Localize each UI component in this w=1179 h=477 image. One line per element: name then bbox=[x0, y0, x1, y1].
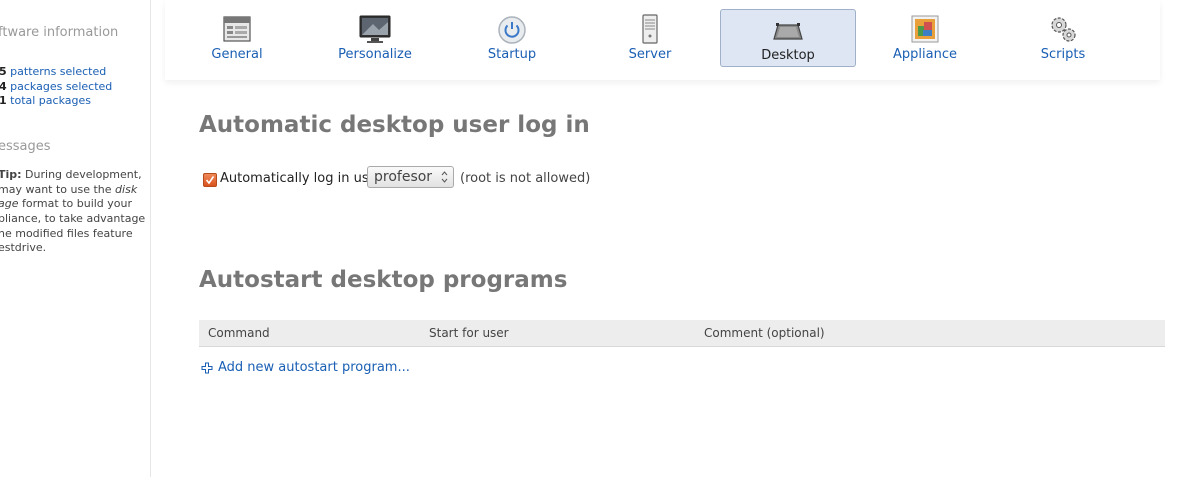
tab-label: Appliance bbox=[893, 47, 957, 62]
tab-label: Scripts bbox=[1040, 47, 1086, 62]
power-icon bbox=[498, 16, 526, 44]
tip-line: pliance, to take advantage bbox=[0, 212, 146, 225]
tab-label: Startup bbox=[487, 47, 537, 62]
tab-appliance[interactable]: Appliance bbox=[857, 9, 993, 67]
server-icon bbox=[642, 14, 658, 44]
tip-line: Tip: During development, bbox=[0, 168, 142, 182]
tip-text: may want to use the bbox=[0, 183, 116, 196]
column-comment: Comment (optional) bbox=[704, 326, 825, 340]
tip-emphasis: disk bbox=[115, 183, 138, 196]
autostart-heading: Autostart desktop programs bbox=[199, 267, 568, 293]
login-heading: Automatic desktop user log in bbox=[199, 112, 590, 138]
tip-line: estdrive. bbox=[0, 241, 47, 254]
check-icon bbox=[205, 176, 215, 185]
stat-total: 1 total packages bbox=[0, 94, 91, 108]
tab-desktop[interactable]: Desktop bbox=[720, 9, 856, 67]
autostart-table-header: Command Start for user Comment (optional… bbox=[199, 320, 1165, 347]
tip-line: he modified files feature bbox=[0, 227, 133, 240]
tab-scripts[interactable]: Scripts bbox=[995, 9, 1131, 67]
user-select[interactable]: profesor bbox=[367, 166, 454, 188]
tip-emphasis: age bbox=[0, 197, 19, 210]
tip-line: may want to use the disk bbox=[0, 183, 137, 197]
tip-lead: Tip: bbox=[0, 168, 22, 181]
tab-label: Desktop bbox=[761, 48, 815, 63]
total-packages-link[interactable]: total packages bbox=[10, 94, 91, 107]
plus-icon bbox=[201, 362, 213, 374]
column-command: Command bbox=[208, 326, 270, 340]
patterns-selected-link[interactable]: patterns selected bbox=[10, 65, 106, 78]
tab-server[interactable]: Server bbox=[582, 9, 718, 67]
appliance-icon bbox=[911, 15, 939, 43]
stat-count: 4 bbox=[0, 80, 7, 93]
stat-packages: 4 packages selected bbox=[0, 80, 112, 94]
tab-label: Server bbox=[628, 47, 672, 62]
stat-patterns: 5 patterns selected bbox=[0, 65, 106, 79]
tab-label: Personalize bbox=[338, 47, 412, 62]
tip-text: format to build your bbox=[18, 197, 133, 210]
autologin-label: Automatically log in user bbox=[220, 171, 382, 186]
select-arrows-icon bbox=[441, 171, 448, 183]
desktop-icon bbox=[773, 23, 803, 40]
user-select-value: profesor bbox=[374, 169, 433, 185]
stat-count: 1 bbox=[0, 94, 7, 107]
gears-icon bbox=[1051, 17, 1076, 42]
root-note: (root is not allowed) bbox=[460, 171, 591, 186]
tip-line: age format to build your bbox=[0, 197, 132, 211]
sidebar: ftware information 5 patterns selected 4… bbox=[0, 0, 151, 477]
packages-selected-link[interactable]: packages selected bbox=[10, 80, 112, 93]
tab-startup[interactable]: Startup bbox=[444, 9, 580, 67]
section-toolbar: General Personalize Startup Server Deskt… bbox=[165, 0, 1160, 80]
column-start-for-user: Start for user bbox=[429, 326, 509, 340]
stat-count: 5 bbox=[0, 65, 7, 78]
tab-label: General bbox=[211, 47, 263, 62]
messages-heading: essages bbox=[0, 139, 51, 154]
tab-general[interactable]: General bbox=[169, 9, 305, 67]
add-link-text: Add new autostart program... bbox=[218, 360, 410, 375]
autologin-checkbox[interactable] bbox=[203, 173, 217, 187]
software-information-heading: ftware information bbox=[0, 25, 119, 40]
tab-personalize[interactable]: Personalize bbox=[307, 9, 443, 67]
monitor-icon bbox=[359, 15, 391, 43]
tip-text: During development, bbox=[21, 168, 142, 181]
general-icon bbox=[223, 16, 251, 42]
